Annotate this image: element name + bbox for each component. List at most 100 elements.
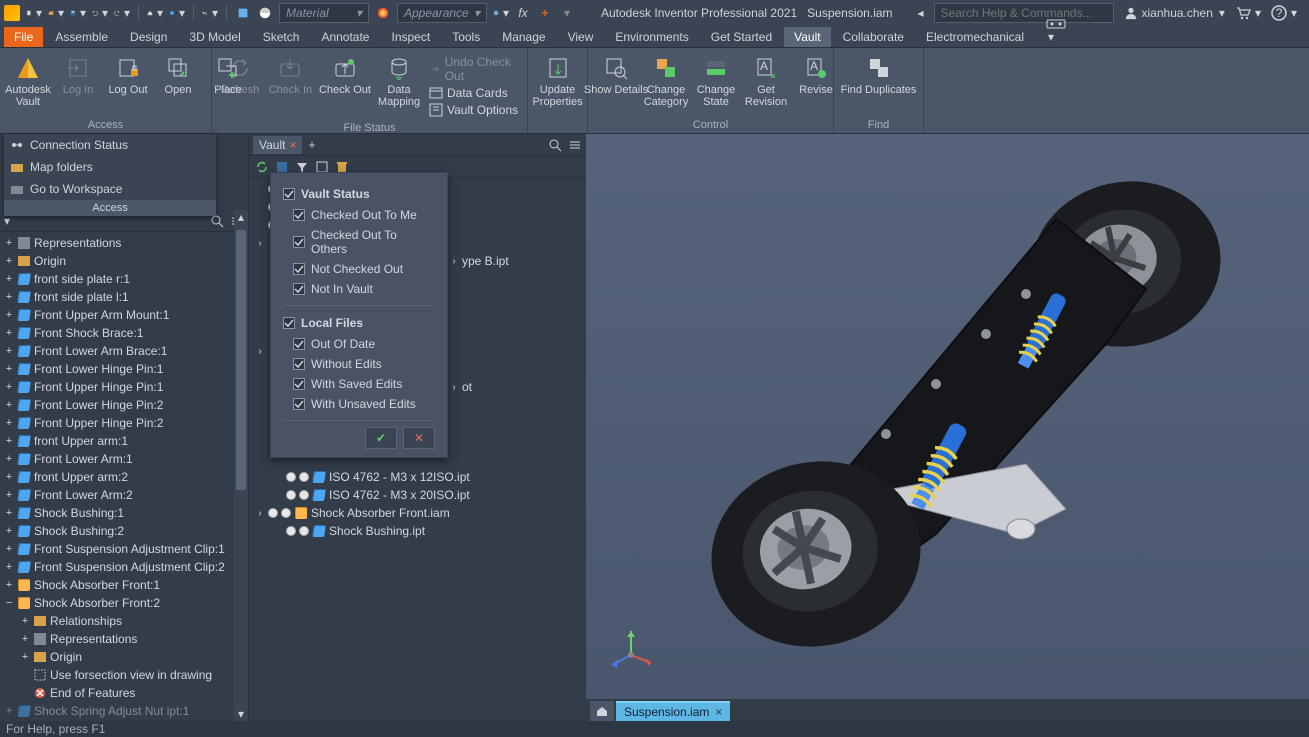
tree-row[interactable]: +Representations <box>0 234 248 252</box>
toggle-icon[interactable]: + <box>4 507 14 519</box>
tree-row[interactable]: +Front Suspension Adjustment Clip:2 <box>0 558 248 576</box>
tab-collaborate[interactable]: Collaborate <box>833 27 914 47</box>
tab-electromechanical[interactable]: Electromechanical <box>916 27 1034 47</box>
tree-row[interactable]: +Shock Bushing:1 <box>0 504 248 522</box>
sphere-icon[interactable] <box>257 5 273 21</box>
scroll-down-icon[interactable]: ▾ <box>234 707 248 721</box>
local-files-heading[interactable]: Local Files <box>283 312 435 334</box>
add-tab-icon[interactable]: + <box>308 138 315 152</box>
tab-design[interactable]: Design <box>120 27 177 47</box>
tree-row[interactable]: +Front Upper Arm Mount:1 <box>0 306 248 324</box>
toggle-icon[interactable]: + <box>4 471 14 483</box>
toggle-icon[interactable]: + <box>20 651 30 663</box>
appearance-sphere-icon[interactable] <box>375 5 391 21</box>
recent-arrow-icon[interactable]: ◂ <box>917 6 923 20</box>
find-duplicates-button[interactable]: Find Duplicates <box>840 52 917 98</box>
update-properties-button[interactable]: Update Properties <box>534 52 581 110</box>
without-edits-option[interactable]: Without Edits <box>283 354 435 374</box>
chevron-icon[interactable]: › <box>255 346 265 357</box>
qat-overflow[interactable]: ▾ <box>559 5 575 21</box>
toggle-icon[interactable]: + <box>20 633 30 645</box>
redo-menu[interactable]: ▾ <box>114 5 130 21</box>
tab-sketch[interactable]: Sketch <box>253 27 310 47</box>
scroll-up-icon[interactable]: ▴ <box>234 210 248 224</box>
tree-row[interactable]: +front side plate r:1 <box>0 270 248 288</box>
refresh-button[interactable]: Refresh <box>218 52 262 98</box>
vault-row[interactable]: ISO 4762 - M3 x 12ISO.ipt <box>249 468 586 486</box>
autodesk-vault-button[interactable]: Autodesk Vault <box>6 52 50 110</box>
login-button[interactable]: Log In <box>56 52 100 98</box>
vault-row[interactable]: ISO 4762 - M3 x 20ISO.ipt <box>249 486 586 504</box>
tree-row[interactable]: +Representations <box>0 630 248 648</box>
cart-icon[interactable]: ▾ <box>1235 5 1261 21</box>
toggle-icon[interactable]: + <box>20 615 30 627</box>
tree-row[interactable]: +Origin <box>0 252 248 270</box>
tab-file[interactable]: File <box>4 27 43 47</box>
toggle-icon[interactable]: + <box>4 525 14 537</box>
home-view-menu[interactable]: ▾ <box>147 5 163 21</box>
with-unsaved-edits-option[interactable]: With Unsaved Edits <box>283 394 435 414</box>
toggle-icon[interactable]: + <box>4 453 14 465</box>
new-menu[interactable]: ▾ <box>26 5 42 21</box>
user-account[interactable]: xianhua.chen▾ <box>1124 6 1225 20</box>
change-state-button[interactable]: Change State <box>694 52 738 110</box>
material-combo[interactable]: Material▾ <box>279 3 369 23</box>
tab-annotate[interactable]: Annotate <box>311 27 379 47</box>
out-of-date-option[interactable]: Out Of Date <box>283 334 435 354</box>
chevron-icon[interactable]: › <box>255 238 265 249</box>
tree-scrollbar[interactable]: ▴ ▾ <box>234 210 248 721</box>
datamapping-button[interactable]: Data Mapping <box>377 52 421 110</box>
not-in-vault-option[interactable]: Not In Vault <box>283 279 435 299</box>
chevron-icon[interactable]: › <box>449 382 459 393</box>
view-triad-icon[interactable] <box>606 625 656 675</box>
checkin-button[interactable]: Check In <box>268 52 313 98</box>
undo-checkout-button[interactable]: Undo Check Out <box>427 54 521 84</box>
misc-btn[interactable] <box>235 5 251 21</box>
vault-status-checkbox[interactable] <box>283 188 295 200</box>
tree-row[interactable]: +Front Suspension Adjustment Clip:1 <box>0 540 248 558</box>
scroll-thumb[interactable] <box>236 230 246 490</box>
tree-row[interactable]: −Shock Absorber Front:2 <box>0 594 248 612</box>
tree-row[interactable]: End of Features <box>0 684 248 702</box>
vault-options-button[interactable]: Vault Options <box>427 102 521 118</box>
chevron-icon[interactable]: › <box>255 508 265 519</box>
tab-inspect[interactable]: Inspect <box>381 27 440 47</box>
tree-row[interactable]: +front side plate l:1 <box>0 288 248 306</box>
tree-row[interactable]: +front Upper arm:2 <box>0 468 248 486</box>
vault-tab[interactable]: Vault× <box>253 136 302 154</box>
tree-row[interactable]: +Front Upper Hinge Pin:1 <box>0 378 248 396</box>
go-to-workspace-item[interactable]: Go to Workspace <box>4 178 216 200</box>
tree-row[interactable]: Use forsection view in drawing <box>0 666 248 684</box>
checked-out-to-me-option[interactable]: Checked Out To Me <box>283 205 435 225</box>
toggle-icon[interactable]: + <box>4 543 14 555</box>
tree-row[interactable]: +Shock Absorber Front:1 <box>0 576 248 594</box>
with-saved-edits-option[interactable]: With Saved Edits <box>283 374 435 394</box>
tree-row[interactable]: +Front Lower Arm:2 <box>0 486 248 504</box>
help-icon[interactable]: ?▾ <box>1271 5 1297 21</box>
search-input[interactable] <box>934 3 1114 23</box>
parameters-btn[interactable]: fx <box>515 5 531 21</box>
toggle-icon[interactable]: + <box>4 309 14 321</box>
toggle-icon[interactable]: + <box>4 705 14 717</box>
tab-3dmodel[interactable]: 3D Model <box>179 27 250 47</box>
filter-cancel-button[interactable]: ✕ <box>403 427 435 449</box>
tab-vault[interactable]: Vault <box>784 27 830 47</box>
data-cards-button[interactable]: Data Cards <box>427 85 521 101</box>
checked-out-to-others-option[interactable]: Checked Out To Others <box>283 225 435 259</box>
toggle-icon[interactable]: + <box>4 561 14 573</box>
tree-row[interactable]: +Front Lower Hinge Pin:2 <box>0 396 248 414</box>
refresh-icon[interactable] <box>255 160 269 174</box>
tab-environments[interactable]: Environments <box>605 27 698 47</box>
document-tab[interactable]: Suspension.iam× <box>616 701 730 721</box>
save-menu[interactable]: ▾ <box>70 5 86 21</box>
3d-viewport[interactable]: Suspension.iam× <box>586 134 1309 721</box>
chevron-icon[interactable]: › <box>449 256 459 267</box>
tree-row[interactable]: +Front Shock Brace:1 <box>0 324 248 342</box>
tab-getstarted[interactable]: Get Started <box>701 27 782 47</box>
toggle-icon[interactable]: + <box>4 435 14 447</box>
toggle-icon[interactable]: + <box>4 579 14 591</box>
toggle-icon[interactable]: + <box>4 399 14 411</box>
connection-status-item[interactable]: Connection Status <box>4 134 216 156</box>
add-btn[interactable]: + <box>537 5 553 21</box>
vault-menu-icon[interactable] <box>568 138 582 152</box>
